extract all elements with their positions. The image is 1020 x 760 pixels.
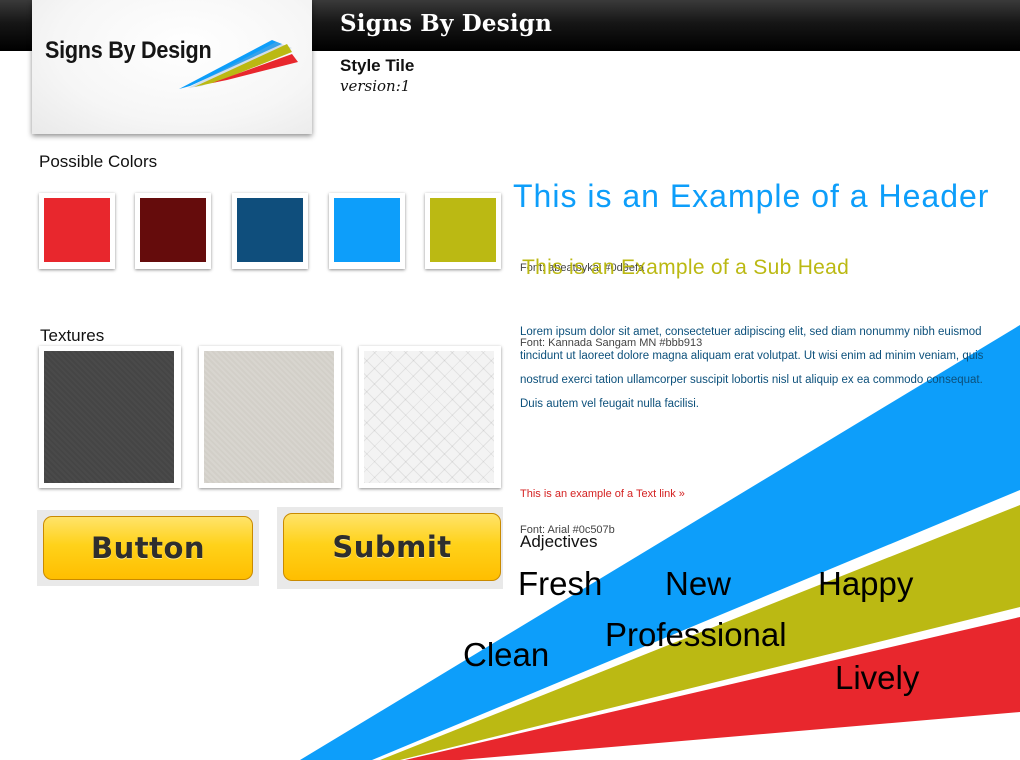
adjective-happy: Happy [818,565,914,602]
adjective-fresh: Fresh [518,565,603,602]
text-link[interactable]: This is an example of a Text link » [520,488,685,500]
adjective-professional: Professional [605,616,787,653]
adjective-lively: Lively [835,659,920,696]
colors-section-label: Possible Colors [39,152,158,171]
style-tile-title: Style Tile [340,56,415,75]
header-example: This is an Example of a Header [513,178,990,214]
body-copy: Lorem ipsum dolor sit amet, consectetuer… [520,326,984,410]
subhead-example: This is an Example of a Sub Head [522,256,850,279]
adjective-new: New [665,565,732,602]
adjective-clean: Clean [463,636,550,673]
adjectives-label: Adjectives [520,532,598,551]
version-label: version:1 [340,77,411,95]
